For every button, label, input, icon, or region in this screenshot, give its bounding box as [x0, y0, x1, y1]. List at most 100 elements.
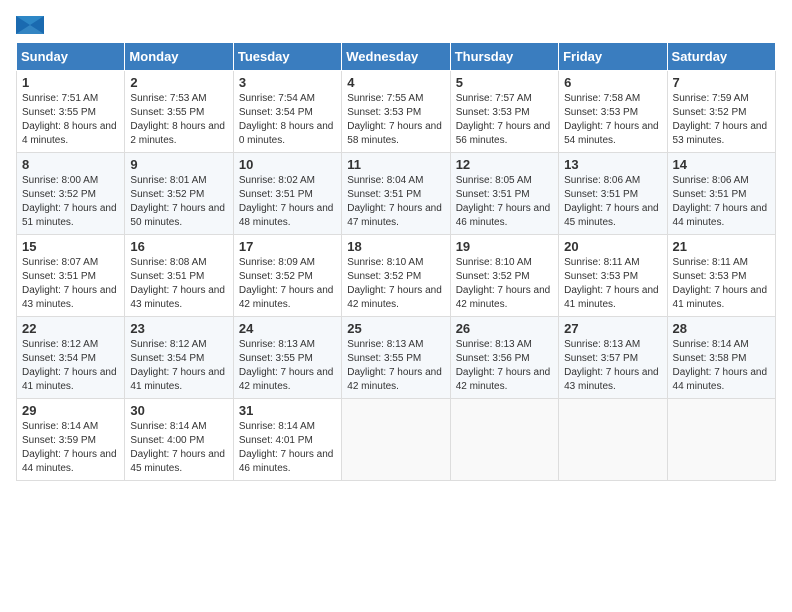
- day-number: 30: [130, 403, 227, 418]
- day-number: 6: [564, 75, 661, 90]
- day-number: 23: [130, 321, 227, 336]
- day-cell: 11 Sunrise: 8:04 AMSunset: 3:51 PMDayligh…: [342, 153, 450, 235]
- day-cell: 26 Sunrise: 8:13 AMSunset: 3:56 PMDayligh…: [450, 317, 558, 399]
- day-number: 10: [239, 157, 336, 172]
- day-cell: 13 Sunrise: 8:06 AMSunset: 3:51 PMDayligh…: [559, 153, 667, 235]
- day-info: Sunrise: 8:14 AMSunset: 3:58 PMDaylight:…: [673, 338, 770, 394]
- day-number: 17: [239, 239, 336, 254]
- col-header-tuesday: Tuesday: [233, 43, 341, 71]
- day-number: 11: [347, 157, 444, 172]
- day-cell: 4 Sunrise: 7:55 AMSunset: 3:53 PMDaylight…: [342, 71, 450, 153]
- day-cell: 25 Sunrise: 8:13 AMSunset: 3:55 PMDayligh…: [342, 317, 450, 399]
- day-number: 19: [456, 239, 553, 254]
- day-info: Sunrise: 7:55 AMSunset: 3:53 PMDaylight:…: [347, 92, 444, 148]
- day-cell: 30 Sunrise: 8:14 AMSunset: 4:00 PMDayligh…: [125, 399, 233, 481]
- week-row-3: 15Sunrise: 8:07 AMSunset: 3:51 PMDayligh…: [17, 235, 776, 317]
- day-number: 27: [564, 321, 661, 336]
- day-info: Sunrise: 8:10 AMSunset: 3:52 PMDaylight:…: [347, 256, 444, 312]
- week-row-5: 29 Sunrise: 8:14 AMSunset: 3:59 PMDayligh…: [17, 399, 776, 481]
- col-header-friday: Friday: [559, 43, 667, 71]
- day-cell: 21 Sunrise: 8:11 AMSunset: 3:53 PMDayligh…: [667, 235, 775, 317]
- day-info: Sunrise: 8:11 AMSunset: 3:53 PMDaylight:…: [673, 256, 770, 312]
- day-cell: 28 Sunrise: 8:14 AMSunset: 3:58 PMDayligh…: [667, 317, 775, 399]
- day-number: 7: [673, 75, 770, 90]
- day-info: Sunrise: 8:07 AMSunset: 3:51 PMDaylight:…: [22, 256, 119, 312]
- day-info: Sunrise: 8:05 AMSunset: 3:51 PMDaylight:…: [456, 174, 553, 230]
- day-cell: 5Sunrise: 7:57 AMSunset: 3:53 PMDaylight…: [450, 71, 558, 153]
- day-info: Sunrise: 7:58 AMSunset: 3:53 PMDaylight:…: [564, 92, 661, 148]
- day-cell: [559, 399, 667, 481]
- day-number: 12: [456, 157, 553, 172]
- day-number: 22: [22, 321, 119, 336]
- day-number: 18: [347, 239, 444, 254]
- day-info: Sunrise: 8:14 AMSunset: 4:00 PMDaylight:…: [130, 420, 227, 476]
- day-info: Sunrise: 8:02 AMSunset: 3:51 PMDaylight:…: [239, 174, 336, 230]
- day-number: 29: [22, 403, 119, 418]
- day-info: Sunrise: 8:14 AMSunset: 4:01 PMDaylight:…: [239, 420, 336, 476]
- calendar-table: SundayMondayTuesdayWednesdayThursdayFrid…: [16, 42, 776, 481]
- day-number: 1: [22, 75, 119, 90]
- day-cell: 17 Sunrise: 8:09 AMSunset: 3:52 PMDayligh…: [233, 235, 341, 317]
- day-info: Sunrise: 8:13 AMSunset: 3:55 PMDaylight:…: [347, 338, 444, 394]
- day-cell: [342, 399, 450, 481]
- day-info: Sunrise: 7:51 AMSunset: 3:55 PMDaylight:…: [22, 92, 119, 148]
- day-info: Sunrise: 8:13 AMSunset: 3:55 PMDaylight:…: [239, 338, 336, 394]
- day-number: 9: [130, 157, 227, 172]
- day-info: Sunrise: 8:01 AMSunset: 3:52 PMDaylight:…: [130, 174, 227, 230]
- day-number: 3: [239, 75, 336, 90]
- day-number: 8: [22, 157, 119, 172]
- day-cell: 15Sunrise: 8:07 AMSunset: 3:51 PMDayligh…: [17, 235, 125, 317]
- day-cell: 24 Sunrise: 8:13 AMSunset: 3:55 PMDayligh…: [233, 317, 341, 399]
- day-info: Sunrise: 8:06 AMSunset: 3:51 PMDaylight:…: [673, 174, 770, 230]
- day-cell: 29 Sunrise: 8:14 AMSunset: 3:59 PMDayligh…: [17, 399, 125, 481]
- day-number: 25: [347, 321, 444, 336]
- col-header-wednesday: Wednesday: [342, 43, 450, 71]
- col-header-thursday: Thursday: [450, 43, 558, 71]
- day-info: Sunrise: 8:10 AMSunset: 3:52 PMDaylight:…: [456, 256, 553, 312]
- day-number: 28: [673, 321, 770, 336]
- day-info: Sunrise: 8:06 AMSunset: 3:51 PMDaylight:…: [564, 174, 661, 230]
- day-cell: 12 Sunrise: 8:05 AMSunset: 3:51 PMDayligh…: [450, 153, 558, 235]
- day-number: 16: [130, 239, 227, 254]
- week-row-4: 22 Sunrise: 8:12 AMSunset: 3:54 PMDayligh…: [17, 317, 776, 399]
- day-cell: 27 Sunrise: 8:13 AMSunset: 3:57 PMDayligh…: [559, 317, 667, 399]
- day-info: Sunrise: 7:54 AMSunset: 3:54 PMDaylight:…: [239, 92, 336, 148]
- week-row-1: 1 Sunrise: 7:51 AMSunset: 3:55 PMDaylight…: [17, 71, 776, 153]
- day-info: Sunrise: 8:12 AMSunset: 3:54 PMDaylight:…: [22, 338, 119, 394]
- day-info: Sunrise: 8:09 AMSunset: 3:52 PMDaylight:…: [239, 256, 336, 312]
- day-number: 13: [564, 157, 661, 172]
- day-info: Sunrise: 7:59 AMSunset: 3:52 PMDaylight:…: [673, 92, 770, 148]
- day-cell: 7 Sunrise: 7:59 AMSunset: 3:52 PMDaylight…: [667, 71, 775, 153]
- day-number: 20: [564, 239, 661, 254]
- day-cell: 2Sunrise: 7:53 AMSunset: 3:55 PMDaylight…: [125, 71, 233, 153]
- day-info: Sunrise: 8:13 AMSunset: 3:57 PMDaylight:…: [564, 338, 661, 394]
- day-number: 24: [239, 321, 336, 336]
- day-info: Sunrise: 8:14 AMSunset: 3:59 PMDaylight:…: [22, 420, 119, 476]
- day-cell: [450, 399, 558, 481]
- day-cell: 1 Sunrise: 7:51 AMSunset: 3:55 PMDaylight…: [17, 71, 125, 153]
- day-cell: 20Sunrise: 8:11 AMSunset: 3:53 PMDayligh…: [559, 235, 667, 317]
- day-cell: 16 Sunrise: 8:08 AMSunset: 3:51 PMDayligh…: [125, 235, 233, 317]
- week-row-2: 8Sunrise: 8:00 AMSunset: 3:52 PMDaylight…: [17, 153, 776, 235]
- day-cell: 10 Sunrise: 8:02 AMSunset: 3:51 PMDayligh…: [233, 153, 341, 235]
- day-cell: 14 Sunrise: 8:06 AMSunset: 3:51 PMDayligh…: [667, 153, 775, 235]
- day-info: Sunrise: 8:04 AMSunset: 3:51 PMDaylight:…: [347, 174, 444, 230]
- col-header-sunday: Sunday: [17, 43, 125, 71]
- day-info: Sunrise: 8:12 AMSunset: 3:54 PMDaylight:…: [130, 338, 227, 394]
- day-cell: 31 Sunrise: 8:14 AMSunset: 4:01 PMDayligh…: [233, 399, 341, 481]
- day-cell: [667, 399, 775, 481]
- day-info: Sunrise: 8:13 AMSunset: 3:56 PMDaylight:…: [456, 338, 553, 394]
- day-number: 21: [673, 239, 770, 254]
- day-cell: 6 Sunrise: 7:58 AMSunset: 3:53 PMDaylight…: [559, 71, 667, 153]
- day-cell: 3 Sunrise: 7:54 AMSunset: 3:54 PMDaylight…: [233, 71, 341, 153]
- day-number: 14: [673, 157, 770, 172]
- day-cell: 9 Sunrise: 8:01 AMSunset: 3:52 PMDaylight…: [125, 153, 233, 235]
- logo: [16, 16, 50, 34]
- col-header-monday: Monday: [125, 43, 233, 71]
- day-info: Sunrise: 8:08 AMSunset: 3:51 PMDaylight:…: [130, 256, 227, 312]
- day-cell: 18 Sunrise: 8:10 AMSunset: 3:52 PMDayligh…: [342, 235, 450, 317]
- day-number: 31: [239, 403, 336, 418]
- day-number: 26: [456, 321, 553, 336]
- day-info: Sunrise: 7:53 AMSunset: 3:55 PMDaylight:…: [130, 92, 227, 148]
- day-number: 4: [347, 75, 444, 90]
